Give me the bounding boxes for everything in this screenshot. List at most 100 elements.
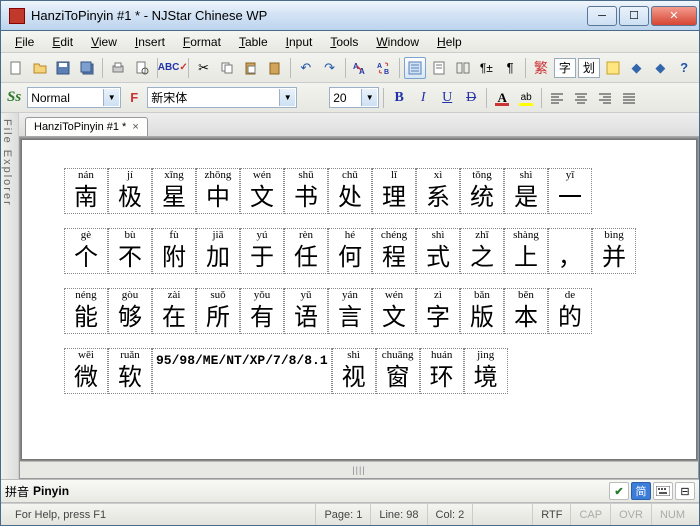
hanzi-cell: lǐ理 (372, 168, 416, 214)
hanzi-cell: yǔ语 (284, 288, 328, 334)
font-picker-icon[interactable]: F (123, 87, 145, 109)
svg-text:B: B (384, 69, 389, 76)
copy-icon[interactable] (217, 57, 239, 79)
menu-tools[interactable]: Tools (322, 33, 366, 51)
hanzi-cell: xì系 (416, 168, 460, 214)
doc-area: File Explorer HanziToPinyin #1 * × nán南j… (1, 113, 699, 479)
ime-check-button[interactable]: ✔ (609, 482, 629, 500)
save-icon[interactable] (53, 57, 75, 79)
menu-edit[interactable]: Edit (44, 33, 81, 51)
hanzi-cell: jìng境 (464, 348, 508, 394)
hanzi-cell: chuāng窗 (376, 348, 420, 394)
replace-icon[interactable]: AB (373, 57, 395, 79)
show-marks-icon[interactable]: ¶± (475, 57, 497, 79)
hanzi-cell: wén文 (372, 288, 416, 334)
ime-keyboard-button[interactable] (653, 482, 673, 500)
app2-icon[interactable]: ◆ (649, 57, 671, 79)
minimize-button[interactable]: ─ (587, 6, 617, 26)
view-page-icon[interactable] (428, 57, 450, 79)
hanzi-cell: fù附 (152, 228, 196, 274)
print-preview-icon[interactable] (131, 57, 153, 79)
ime-settings-button[interactable]: ⊟ (675, 482, 695, 500)
menu-help[interactable]: Help (429, 33, 470, 51)
strike-button[interactable]: D (460, 87, 482, 109)
hanzi-cell: shì式 (416, 228, 460, 274)
hanzi-cell: yú于 (240, 228, 284, 274)
hanzi-cell: zhī之 (460, 228, 504, 274)
main-toolbar: ABC✓ ✂ ↶ ↷ AA AB ¶± ¶ 繁 字 划 ◆ ◆ ? (1, 53, 699, 83)
menu-insert[interactable]: Insert (127, 33, 173, 51)
ime-bar: 拼音 Pinyin ✔ 简 ⊟ (1, 479, 699, 503)
redo-icon[interactable]: ↷ (319, 57, 341, 79)
toggle-mark-icon[interactable]: ¶ (499, 57, 521, 79)
convert-icon[interactable]: 繁 (530, 57, 552, 79)
highlight-toggle-icon[interactable] (602, 57, 624, 79)
hanzi-cell: xīng星 (152, 168, 196, 214)
hanzi-cell: de的 (548, 288, 592, 334)
menu-table[interactable]: Table (231, 33, 276, 51)
status-bar: For Help, press F1 Page: 1 Line: 98 Col:… (1, 503, 699, 525)
ime-simp-button[interactable]: 简 (631, 482, 651, 500)
status-help: For Help, press F1 (7, 504, 315, 525)
paste-special-icon[interactable] (264, 57, 286, 79)
document-canvas[interactable]: nán南jí极xīng星zhōng中wén文shū书chǔ处lǐ理xì系tǒng… (21, 139, 697, 460)
han-char-a[interactable]: 字 (554, 58, 576, 78)
menu-input[interactable]: Input (278, 33, 321, 51)
align-left-button[interactable] (546, 87, 568, 109)
hanzi-cell: jiā加 (196, 228, 240, 274)
style-combo[interactable]: Normal▼ (27, 87, 121, 108)
status-num: NUM (651, 504, 693, 525)
highlight-button[interactable]: ab (515, 87, 537, 109)
help-icon[interactable]: ? (673, 57, 695, 79)
tab-strip: HanziToPinyin #1 * × (19, 113, 699, 137)
han-char-b[interactable]: 划 (578, 58, 600, 78)
new-icon[interactable] (5, 57, 27, 79)
app1-icon[interactable]: ◆ (626, 57, 648, 79)
status-page: Page: 1 (315, 504, 370, 525)
menu-window[interactable]: Window (368, 33, 427, 51)
title-bar: HanziToPinyin #1 * - NJStar Chinese WP ─… (1, 1, 699, 31)
font-color-button[interactable]: A (491, 87, 513, 109)
find-icon[interactable]: AA (349, 57, 371, 79)
cut-icon[interactable]: ✂ (193, 57, 215, 79)
hanzi-cell: shì是 (504, 168, 548, 214)
menu-file[interactable]: File (7, 33, 42, 51)
horizontal-scrollbar[interactable]: |||| (20, 461, 698, 478)
menu-format[interactable]: Format (175, 33, 229, 51)
hanzi-cell: shì视 (332, 348, 376, 394)
hanzi-cell: běn本 (504, 288, 548, 334)
font-combo[interactable]: 新宋体▼ (147, 87, 297, 108)
save-all-icon[interactable] (76, 57, 98, 79)
text-row: néng能gòu够zài在suǒ所yǒu有yǔ语yán言wén文zì字bǎn版b… (64, 288, 688, 334)
menu-view[interactable]: View (83, 33, 125, 51)
print-icon[interactable] (107, 57, 129, 79)
align-justify-button[interactable] (618, 87, 640, 109)
align-right-button[interactable] (594, 87, 616, 109)
paste-icon[interactable] (240, 57, 262, 79)
hanzi-cell: yī一 (548, 168, 592, 214)
view-normal-icon[interactable] (404, 57, 426, 79)
italic-button[interactable]: I (412, 87, 434, 109)
ime-label[interactable]: 拼音 Pinyin (5, 483, 69, 500)
close-tab-icon[interactable]: × (132, 121, 138, 133)
side-panel-label[interactable]: File Explorer (1, 113, 19, 479)
hanzi-cell: chǔ处 (328, 168, 372, 214)
status-ovr: OVR (610, 504, 651, 525)
hanzi-cell: shū书 (284, 168, 328, 214)
hanzi-cell: néng能 (64, 288, 108, 334)
hanzi-cell: hé何 (328, 228, 372, 274)
spellcheck-icon[interactable]: ABC✓ (162, 57, 184, 79)
undo-icon[interactable]: ↶ (295, 57, 317, 79)
align-center-button[interactable] (570, 87, 592, 109)
maximize-button[interactable]: ☐ (619, 6, 649, 26)
close-button[interactable]: ✕ (651, 6, 697, 26)
svg-text:A: A (377, 63, 382, 70)
bold-button[interactable]: B (388, 87, 410, 109)
document-tab[interactable]: HanziToPinyin #1 * × (25, 117, 148, 136)
status-cap: CAP (570, 504, 610, 525)
hanzi-cell: tǒng统 (460, 168, 504, 214)
size-combo[interactable]: 20▼ (329, 87, 379, 108)
view-columns-icon[interactable] (452, 57, 474, 79)
underline-button[interactable]: U (436, 87, 458, 109)
open-icon[interactable] (29, 57, 51, 79)
